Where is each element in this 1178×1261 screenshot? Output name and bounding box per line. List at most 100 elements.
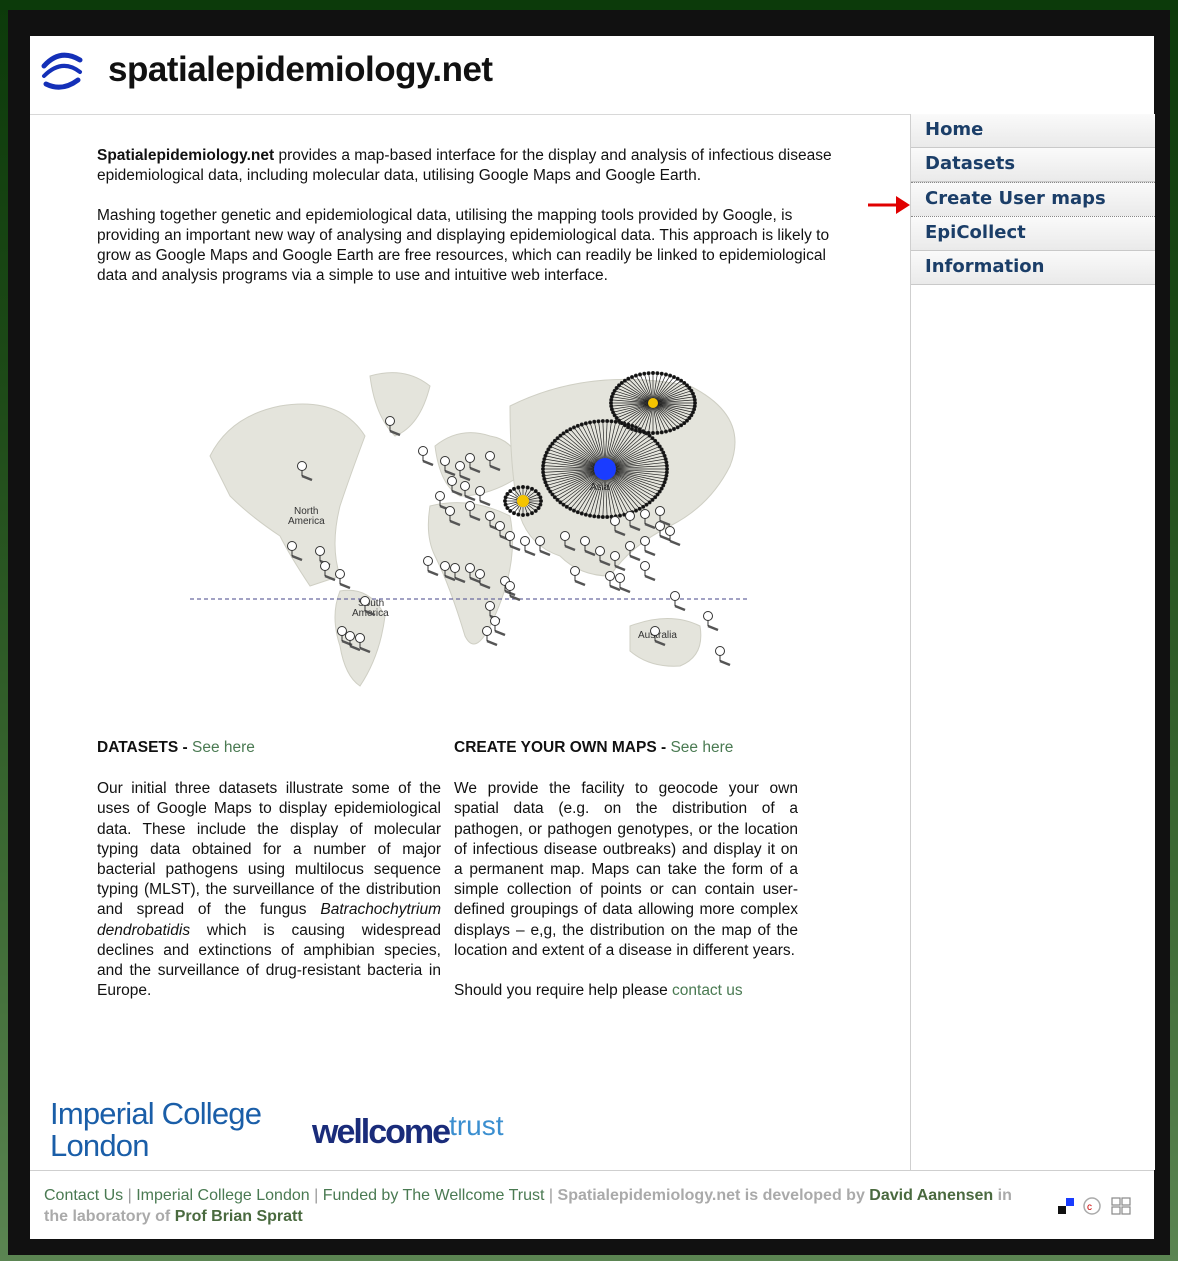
intro-paragraph-1: Spatialepidemiology.net provides a map-b… xyxy=(97,146,845,186)
burst-node xyxy=(655,492,660,497)
burst-node xyxy=(575,510,580,515)
map-pin-icon[interactable] xyxy=(418,446,434,467)
burst-node xyxy=(568,506,573,511)
pin-head xyxy=(625,511,635,521)
burst-node xyxy=(508,508,513,513)
footer-contact-link[interactable]: Contact Us xyxy=(44,1187,123,1204)
burst-node xyxy=(672,427,676,431)
burst-node xyxy=(622,378,627,383)
burst-node xyxy=(539,499,543,503)
burst-node xyxy=(655,430,660,435)
burst-node xyxy=(685,383,689,388)
site-title[interactable]: spatialepidemiology.net xyxy=(108,50,493,90)
burst-node xyxy=(536,492,541,496)
map-pin-icon[interactable] xyxy=(490,616,506,637)
burst-node xyxy=(609,401,613,405)
imperial-college-logo[interactable]: Imperial College London xyxy=(50,1098,290,1162)
intro-brand: Spatialepidemiology.net xyxy=(97,147,275,164)
burst-node xyxy=(503,495,508,500)
nav-datasets[interactable]: Datasets xyxy=(911,148,1155,182)
burst-node xyxy=(653,495,658,500)
world-map[interactable]: North America South America Asia Austral… xyxy=(190,346,750,706)
pin-head xyxy=(485,451,495,461)
pin-head xyxy=(703,611,713,621)
burst-node xyxy=(646,371,651,376)
site-logo-icon[interactable] xyxy=(38,46,86,94)
map-pin-icon[interactable] xyxy=(335,569,351,590)
burst-node xyxy=(622,423,627,428)
burst-node xyxy=(541,460,546,465)
burst-node xyxy=(550,492,555,497)
pin-head xyxy=(625,541,635,551)
burst-node xyxy=(664,429,668,434)
burst-node xyxy=(619,421,624,426)
map-pin-icon[interactable] xyxy=(670,591,686,612)
pin-head xyxy=(560,531,570,541)
imperial-logo-line2: London xyxy=(50,1128,149,1163)
burst-node xyxy=(659,486,664,491)
burst-node xyxy=(588,420,592,425)
nav-epicollect[interactable]: EpiCollect xyxy=(911,217,1155,251)
pin-shadow xyxy=(479,499,491,507)
burst-node xyxy=(687,416,692,420)
map-pin-icon[interactable] xyxy=(640,561,656,582)
burst-node xyxy=(651,371,655,375)
pin-head xyxy=(475,486,485,496)
badge-blue-square-icon xyxy=(1066,1198,1074,1206)
burst-node xyxy=(555,497,560,502)
datasets-see-here-link[interactable]: See here xyxy=(192,739,255,756)
hub-marker-small[interactable] xyxy=(648,398,658,408)
burst-node xyxy=(663,477,668,481)
burst-node xyxy=(552,495,557,500)
pin-head xyxy=(465,501,475,511)
footer-imperial-link[interactable]: Imperial College London xyxy=(136,1187,309,1204)
hub-marker-small[interactable] xyxy=(517,495,529,507)
burst-node xyxy=(668,428,673,433)
nav-information[interactable]: Information xyxy=(911,251,1155,285)
footer-wellcome-link[interactable]: Funded by The Wellcome Trust xyxy=(323,1187,545,1204)
burst-node xyxy=(505,506,510,510)
badge-black-square-icon xyxy=(1058,1206,1066,1214)
map-pin-icon[interactable] xyxy=(640,536,656,557)
pin-head xyxy=(520,536,530,546)
burst-node xyxy=(626,376,631,381)
create-see-here-link[interactable]: See here xyxy=(670,739,733,756)
map-pin-icon[interactable] xyxy=(665,526,681,547)
burst-node xyxy=(541,467,545,471)
burst-node xyxy=(575,423,580,428)
pin-head xyxy=(423,556,433,566)
burst-node xyxy=(541,463,546,468)
pin-head xyxy=(287,541,297,551)
badge-grid-icon xyxy=(1121,1197,1131,1206)
contact-us-link[interactable]: contact us xyxy=(672,982,743,999)
burst-node xyxy=(572,508,576,513)
burst-node xyxy=(664,460,669,465)
burst-node xyxy=(505,492,510,496)
pin-head xyxy=(385,416,395,426)
nav-home[interactable]: Home xyxy=(911,114,1155,148)
burst-node xyxy=(664,473,669,478)
wellcome-trust-logo[interactable]: wellcometrust xyxy=(312,1110,504,1152)
burst-node xyxy=(542,477,547,481)
burst-node xyxy=(609,404,614,409)
map-pin-icon[interactable] xyxy=(423,556,439,577)
burst-node xyxy=(543,453,548,458)
pin-head xyxy=(445,506,455,516)
pin-head xyxy=(650,626,660,636)
pin-head xyxy=(482,626,492,636)
burst-node xyxy=(662,480,667,485)
nav-create-user-maps[interactable]: Create User maps xyxy=(911,182,1155,217)
map-pin-icon[interactable] xyxy=(715,646,731,667)
hub-marker[interactable] xyxy=(594,458,616,480)
pin-head xyxy=(495,521,505,531)
burst-node xyxy=(564,504,569,509)
burst-node xyxy=(544,483,549,488)
map-pin-icon[interactable] xyxy=(703,611,719,632)
burst-node xyxy=(617,418,621,423)
pin-head xyxy=(670,591,680,601)
burst-node xyxy=(548,444,553,449)
burst-node xyxy=(542,457,547,461)
burst-node xyxy=(633,373,638,378)
burst-node xyxy=(609,407,614,412)
pin-head xyxy=(655,506,665,516)
